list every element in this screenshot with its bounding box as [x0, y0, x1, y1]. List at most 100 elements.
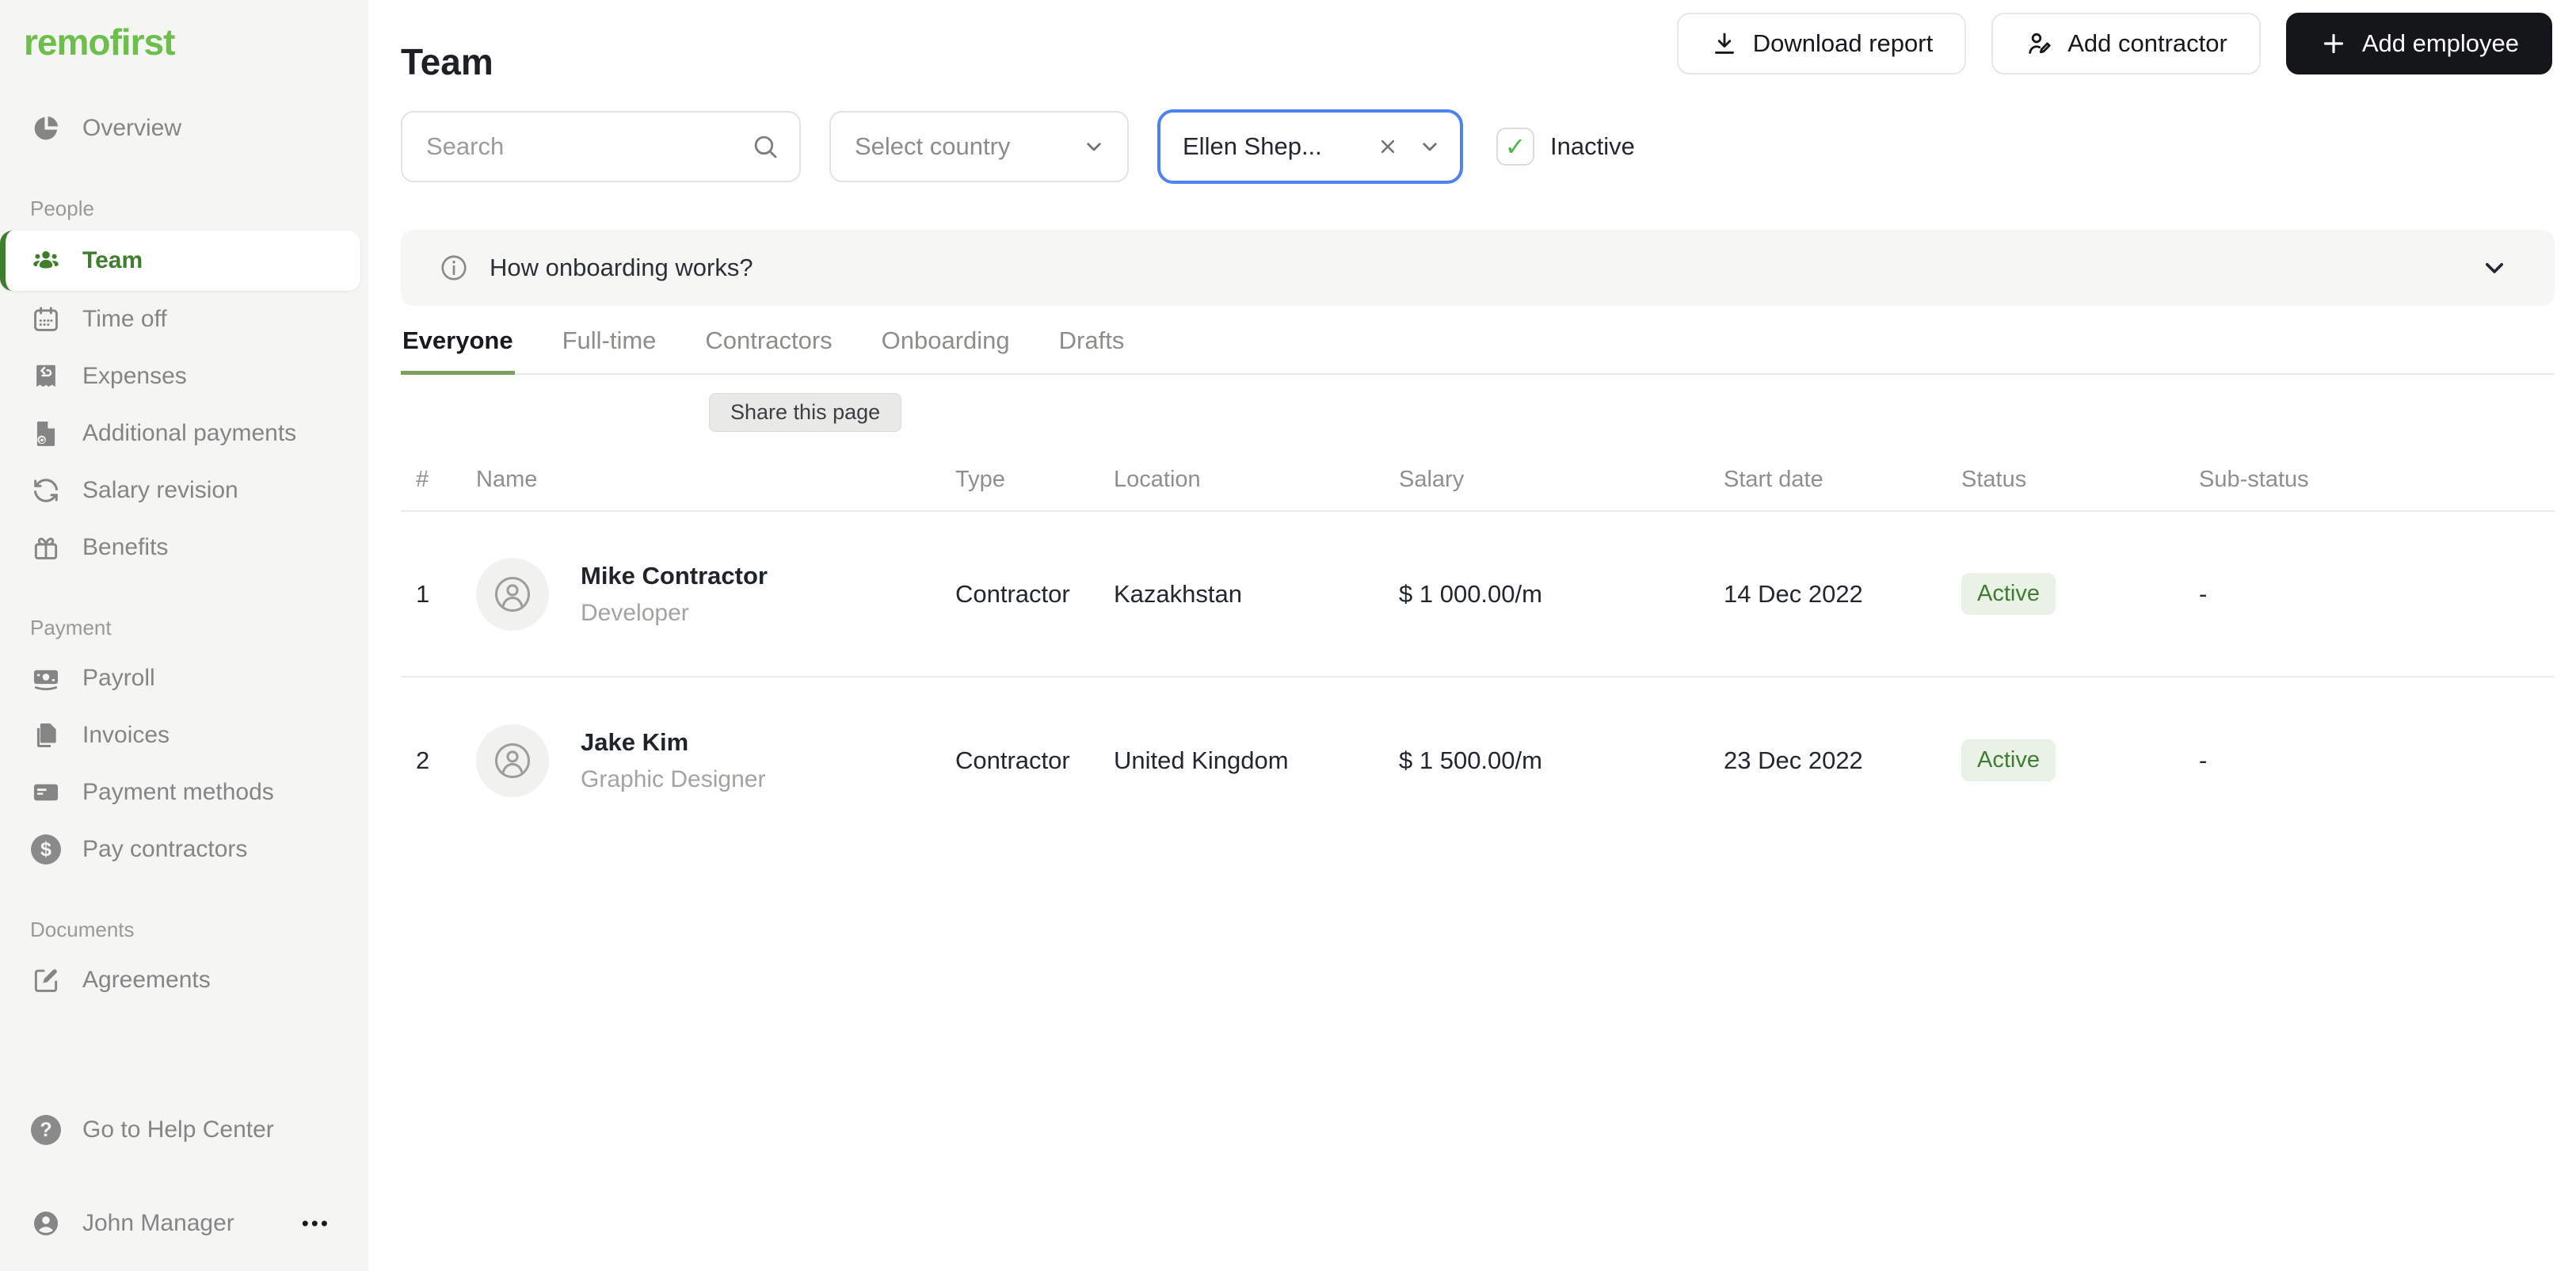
sidebar-item-benefits[interactable]: Benefits	[0, 519, 368, 576]
close-icon[interactable]	[1376, 135, 1400, 158]
sidebar-item-label: Payment methods	[82, 779, 274, 805]
tab-full-time[interactable]: Full-time	[561, 320, 658, 375]
sidebar-item-label: Pay contractors	[82, 836, 248, 862]
chevron-down-icon[interactable]	[2479, 252, 2510, 284]
search-box	[401, 111, 801, 182]
brand-logo: remofirst	[24, 21, 175, 63]
edit-square-icon	[30, 964, 62, 996]
sidebar-item-additional-payments[interactable]: Additional payments	[0, 405, 368, 462]
sidebar-item-team[interactable]: Team	[0, 231, 360, 291]
add-employee-button[interactable]: Add employee	[2285, 13, 2552, 74]
table-row[interactable]: 1 Mike Contractor Developer Contractor K…	[401, 512, 2555, 677]
dollar-circle-icon: $	[30, 834, 62, 865]
employee-start-date: 23 Dec 2022	[1724, 746, 1863, 774]
avatar	[476, 723, 549, 797]
employee-name[interactable]: Jake Kim	[581, 728, 765, 757]
credit-card-icon	[30, 777, 62, 808]
button-label: Download report	[1752, 29, 1934, 57]
download-icon	[1710, 29, 1739, 58]
tab-contractors[interactable]: Contractors	[703, 320, 833, 375]
row-num: 1	[416, 579, 430, 608]
onboarding-banner[interactable]: How onboarding works?	[401, 230, 2555, 306]
sidebar-item-time-off[interactable]: Time off	[0, 291, 368, 348]
document-payment-icon	[30, 418, 62, 449]
employee-type: Contractor	[955, 746, 1070, 774]
employee-location: United Kingdom	[1114, 746, 1289, 774]
add-contractor-button[interactable]: Add contractor	[1991, 13, 2261, 74]
status-badge: Active	[1961, 739, 2056, 781]
sidebar-item-label: Expenses	[82, 363, 187, 389]
table-header-row: # Name Type Location Salary Start date S…	[401, 444, 2555, 512]
user-edit-icon	[2025, 29, 2053, 58]
sidebar-item-label: Agreements	[82, 967, 211, 993]
button-label: Add contractor	[2067, 29, 2227, 57]
sidebar-item-overview[interactable]: Overview	[0, 100, 368, 157]
section-label-documents: Documents	[30, 918, 135, 941]
user-circle-icon	[30, 1208, 62, 1239]
column-header-name: Name	[476, 466, 538, 492]
person-filter-value: Ellen Shep...	[1183, 132, 1322, 160]
table-row[interactable]: 2 Jake Kim Graphic Designer Contractor U…	[401, 677, 2555, 843]
column-header-type: Type	[955, 466, 1005, 492]
sidebar-item-invoices[interactable]: Invoices	[0, 707, 368, 764]
column-header-sub-status: Sub-status	[2199, 466, 2309, 492]
row-num: 2	[416, 746, 430, 774]
sidebar-item-label: Invoices	[82, 722, 170, 748]
search-input[interactable]	[401, 111, 801, 182]
employee-name[interactable]: Mike Contractor	[581, 562, 768, 590]
team-tabs: Everyone Full-time Contractors Onboardin…	[401, 320, 2555, 375]
user-menu-ellipsis-icon[interactable]: •••	[302, 1212, 330, 1236]
sidebar-item-help-center[interactable]: ? Go to Help Center	[0, 1101, 368, 1158]
sidebar-item-agreements[interactable]: Agreements	[0, 952, 368, 1009]
column-header-num: #	[416, 466, 429, 492]
avatar	[476, 557, 549, 631]
check-icon: ✓	[1504, 132, 1526, 161]
filter-bar: Select country Ellen Shep... ✓ Inactive	[401, 109, 1635, 184]
inactive-filter[interactable]: ✓ Inactive	[1496, 128, 1635, 166]
share-page-tooltip: Share this page	[709, 393, 902, 432]
section-label-people: People	[30, 197, 94, 220]
column-header-salary: Salary	[1399, 466, 1465, 492]
calendar-icon	[30, 303, 62, 335]
country-select-placeholder: Select country	[855, 132, 1011, 160]
sidebar-item-pay-contractors[interactable]: $ Pay contractors	[0, 821, 368, 878]
info-icon	[439, 253, 469, 283]
sidebar-item-payment-methods[interactable]: Payment methods	[0, 764, 368, 821]
sidebar-item-label: Salary revision	[82, 477, 238, 503]
chevron-down-icon	[1417, 134, 1442, 159]
chevron-down-icon	[1081, 134, 1107, 159]
tab-drafts[interactable]: Drafts	[1057, 320, 1126, 375]
employee-name-block: Jake Kim Graphic Designer	[581, 728, 765, 793]
employee-type: Contractor	[955, 579, 1070, 608]
inactive-checkbox[interactable]: ✓	[1496, 128, 1534, 166]
refresh-icon	[30, 475, 62, 506]
person-filter-select[interactable]: Ellen Shep...	[1157, 109, 1463, 184]
employee-salary: $ 1 000.00/m	[1399, 579, 1542, 608]
pie-chart-icon	[30, 113, 62, 144]
employee-sub-status: -	[2199, 746, 2208, 774]
page-title: Team	[401, 40, 493, 82]
sidebar-item-expenses[interactable]: Expenses	[0, 348, 368, 405]
users-icon	[30, 245, 62, 277]
user-name-label: John Manager	[82, 1210, 234, 1236]
sidebar-item-salary-revision[interactable]: Salary revision	[0, 462, 368, 519]
employee-salary: $ 1 500.00/m	[1399, 746, 1542, 774]
employee-status: Active	[1961, 573, 2199, 615]
sidebar-item-label: Benefits	[82, 534, 169, 560]
sidebar-user-account[interactable]: John Manager •••	[0, 1195, 368, 1252]
banner-text: How onboarding works?	[490, 254, 753, 281]
employee-name-block: Mike Contractor Developer	[581, 562, 768, 627]
invoices-icon	[30, 719, 62, 751]
country-select[interactable]: Select country	[829, 111, 1129, 182]
employee-role: Graphic Designer	[581, 765, 766, 792]
plus-icon	[2319, 29, 2348, 58]
download-report-button[interactable]: Download report	[1676, 13, 1967, 74]
team-table: # Name Type Location Salary Start date S…	[401, 444, 2555, 843]
tab-onboarding[interactable]: Onboarding	[880, 320, 1012, 375]
tab-everyone[interactable]: Everyone	[401, 320, 515, 375]
sidebar-item-label: Time off	[82, 306, 167, 332]
sidebar-item-payroll[interactable]: Payroll	[0, 650, 368, 707]
button-label: Add employee	[2361, 29, 2519, 57]
receipt-icon	[30, 361, 62, 392]
app-window: remofirst Overview People Team Time off	[0, 0, 2576, 1271]
